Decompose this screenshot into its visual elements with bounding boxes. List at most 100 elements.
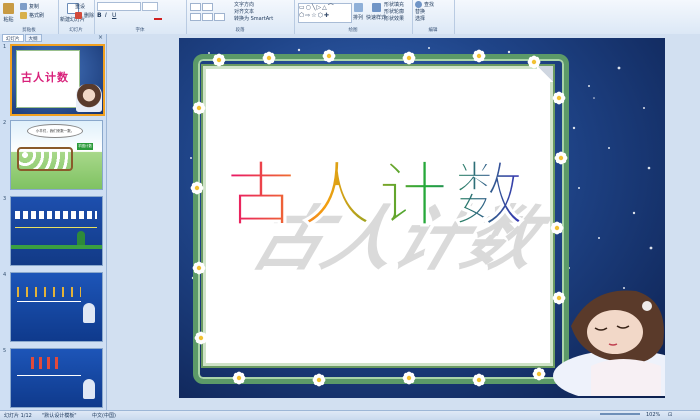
thumb-line bbox=[17, 375, 81, 376]
slide-workspace: 古人计数 古人计数 bbox=[107, 34, 700, 410]
tab-outline[interactable]: 大纲 bbox=[24, 34, 42, 42]
align-right-button[interactable] bbox=[214, 13, 225, 21]
slide-canvas[interactable]: 古人计数 古人计数 bbox=[179, 38, 665, 398]
daisy-flower bbox=[472, 373, 486, 387]
quick-styles-button[interactable]: 快速样式 bbox=[366, 3, 386, 21]
daisy-flower bbox=[552, 91, 566, 105]
thumb-character bbox=[83, 379, 95, 399]
thumb-character bbox=[83, 303, 95, 323]
align-left-button[interactable] bbox=[190, 13, 201, 21]
slides-caption: 幻灯片 bbox=[69, 28, 83, 33]
quick-styles-icon bbox=[371, 3, 381, 12]
reset-button[interactable]: 重设 bbox=[75, 3, 85, 10]
thumb-girl-illustration bbox=[76, 84, 102, 112]
italic-button[interactable]: I bbox=[105, 12, 107, 19]
daisy-flower bbox=[312, 373, 326, 387]
daisy-flower bbox=[192, 101, 206, 115]
ribbon: 粘贴 复制 格式刷 剪贴板 新建幻灯片 重设 删除 幻灯片 B I U 字体 文… bbox=[0, 0, 700, 35]
font-group: B I U 字体 bbox=[94, 0, 187, 34]
drawing-group: ▭○╲▷△⌒ ⬠⇨☆⬡✚ 排列 快速样式 形状填充 形状轮廓 形状效果 绘图 bbox=[294, 0, 413, 34]
select-button[interactable]: 选择 bbox=[415, 15, 425, 22]
drawing-caption: 绘图 bbox=[348, 28, 358, 33]
text-direction-button[interactable]: 文字方向 bbox=[234, 1, 254, 8]
thumb-line bbox=[17, 301, 81, 302]
paste-icon bbox=[3, 3, 14, 14]
slide-thumbnail-3[interactable] bbox=[10, 196, 103, 266]
slide-number: 1 bbox=[3, 44, 7, 50]
format-painter-button[interactable]: 格式刷 bbox=[20, 12, 44, 19]
align-center-button[interactable] bbox=[202, 13, 213, 21]
shape-effects-button[interactable]: 形状效果 bbox=[384, 15, 404, 22]
daisy-flower bbox=[402, 51, 416, 65]
thumb-tree bbox=[77, 231, 85, 245]
font-name-select[interactable] bbox=[97, 2, 141, 11]
find-button[interactable]: 查找 bbox=[415, 1, 434, 8]
paste-button[interactable]: 粘贴 bbox=[3, 3, 14, 23]
arrange-button[interactable]: 排列 bbox=[353, 3, 363, 21]
thumb-grass bbox=[11, 245, 102, 249]
brush-icon bbox=[20, 12, 27, 19]
shapes-gallery[interactable]: ▭○╲▷△⌒ ⬠⇨☆⬡✚ bbox=[298, 3, 352, 23]
align-text-button[interactable]: 对齐文本 bbox=[234, 8, 254, 15]
convert-smartart-button[interactable]: 转换为 SmartArt bbox=[234, 15, 273, 22]
slide-thumbnail-1[interactable]: 古人计数 bbox=[10, 44, 105, 116]
thumb-title: 古人计数 bbox=[21, 71, 69, 84]
daisy-flower bbox=[194, 331, 208, 345]
thumb-sign: 羊圈计数 bbox=[77, 143, 93, 150]
editing-caption: 编辑 bbox=[428, 28, 438, 33]
slide-number: 5 bbox=[3, 348, 7, 354]
delete-slide-button[interactable]: 删除 bbox=[75, 12, 94, 19]
slides-panel: 幻灯片 大纲 × 1 古人计数 2 小羊们，我们来数一数。 羊圈计数 3 4 5 bbox=[0, 34, 107, 410]
daisy-flower bbox=[212, 53, 226, 67]
theme-name: "默认设计模板" bbox=[42, 413, 77, 419]
zoom-level[interactable]: 102% bbox=[646, 412, 660, 418]
panel-close-button[interactable]: × bbox=[98, 34, 103, 41]
underline-button[interactable]: U bbox=[112, 12, 116, 19]
daisy-flower bbox=[190, 181, 204, 195]
panel-tabs: 幻灯片 大纲 bbox=[2, 34, 42, 42]
slide-count: 幻灯片 1/12 bbox=[4, 413, 32, 419]
slide-number: 4 bbox=[3, 272, 7, 278]
daisy-flower bbox=[554, 151, 568, 165]
daisy-flower bbox=[550, 221, 564, 235]
tab-slides[interactable]: 幻灯片 bbox=[2, 34, 24, 42]
thumb-line bbox=[15, 227, 97, 228]
font-size-select[interactable] bbox=[142, 2, 158, 11]
slide-number: 3 bbox=[3, 196, 7, 202]
daisy-flower bbox=[527, 55, 541, 69]
thumb-speech-bubble: 小羊们，我们来数一数。 bbox=[27, 124, 83, 138]
daisy-flower bbox=[532, 367, 546, 381]
daisy-flower bbox=[472, 49, 486, 63]
slide-thumbnail-5[interactable] bbox=[10, 348, 103, 408]
bold-button[interactable]: B bbox=[97, 12, 102, 19]
shape-outline-button[interactable]: 形状轮廓 bbox=[384, 8, 404, 15]
bullets-button[interactable] bbox=[190, 3, 201, 11]
clipboard-group: 粘贴 复制 格式刷 剪贴板 bbox=[0, 0, 59, 34]
daisy-flower bbox=[402, 371, 416, 385]
font-color-button[interactable] bbox=[154, 12, 162, 20]
paragraph-group: 文字方向 对齐文本 转换为 SmartArt 段落 bbox=[186, 0, 295, 34]
fit-slide-icon[interactable]: ⊡ bbox=[668, 412, 672, 418]
shape-fill-button[interactable]: 形状填充 bbox=[384, 1, 404, 8]
sleeping-girl-illustration bbox=[553, 290, 665, 396]
arrange-icon bbox=[353, 3, 363, 12]
clipboard-caption: 剪贴板 bbox=[22, 28, 36, 33]
copy-button[interactable]: 复制 bbox=[20, 3, 39, 10]
copy-icon bbox=[20, 3, 27, 10]
delete-icon bbox=[75, 12, 82, 19]
thumb-card: 古人计数 bbox=[16, 50, 80, 108]
slide-number: 2 bbox=[3, 120, 7, 126]
slide-thumbnail-4[interactable] bbox=[10, 272, 103, 342]
language-indicator[interactable]: 中文(中国) bbox=[92, 412, 116, 419]
editing-group: 查找 替换 选择 编辑 bbox=[412, 0, 455, 34]
thumb-counting-rods bbox=[17, 287, 81, 297]
thumb-counting-rods bbox=[31, 357, 61, 369]
font-caption: 字体 bbox=[135, 28, 145, 33]
daisy-flower bbox=[232, 371, 246, 385]
numbering-button[interactable] bbox=[202, 3, 213, 11]
slide-thumbnail-2[interactable]: 小羊们，我们来数一数。 羊圈计数 bbox=[10, 120, 103, 190]
thumb-sheep-pen bbox=[17, 147, 73, 171]
daisy-flower bbox=[262, 51, 276, 65]
find-icon bbox=[415, 1, 422, 8]
replace-button[interactable]: 替换 bbox=[415, 8, 425, 15]
